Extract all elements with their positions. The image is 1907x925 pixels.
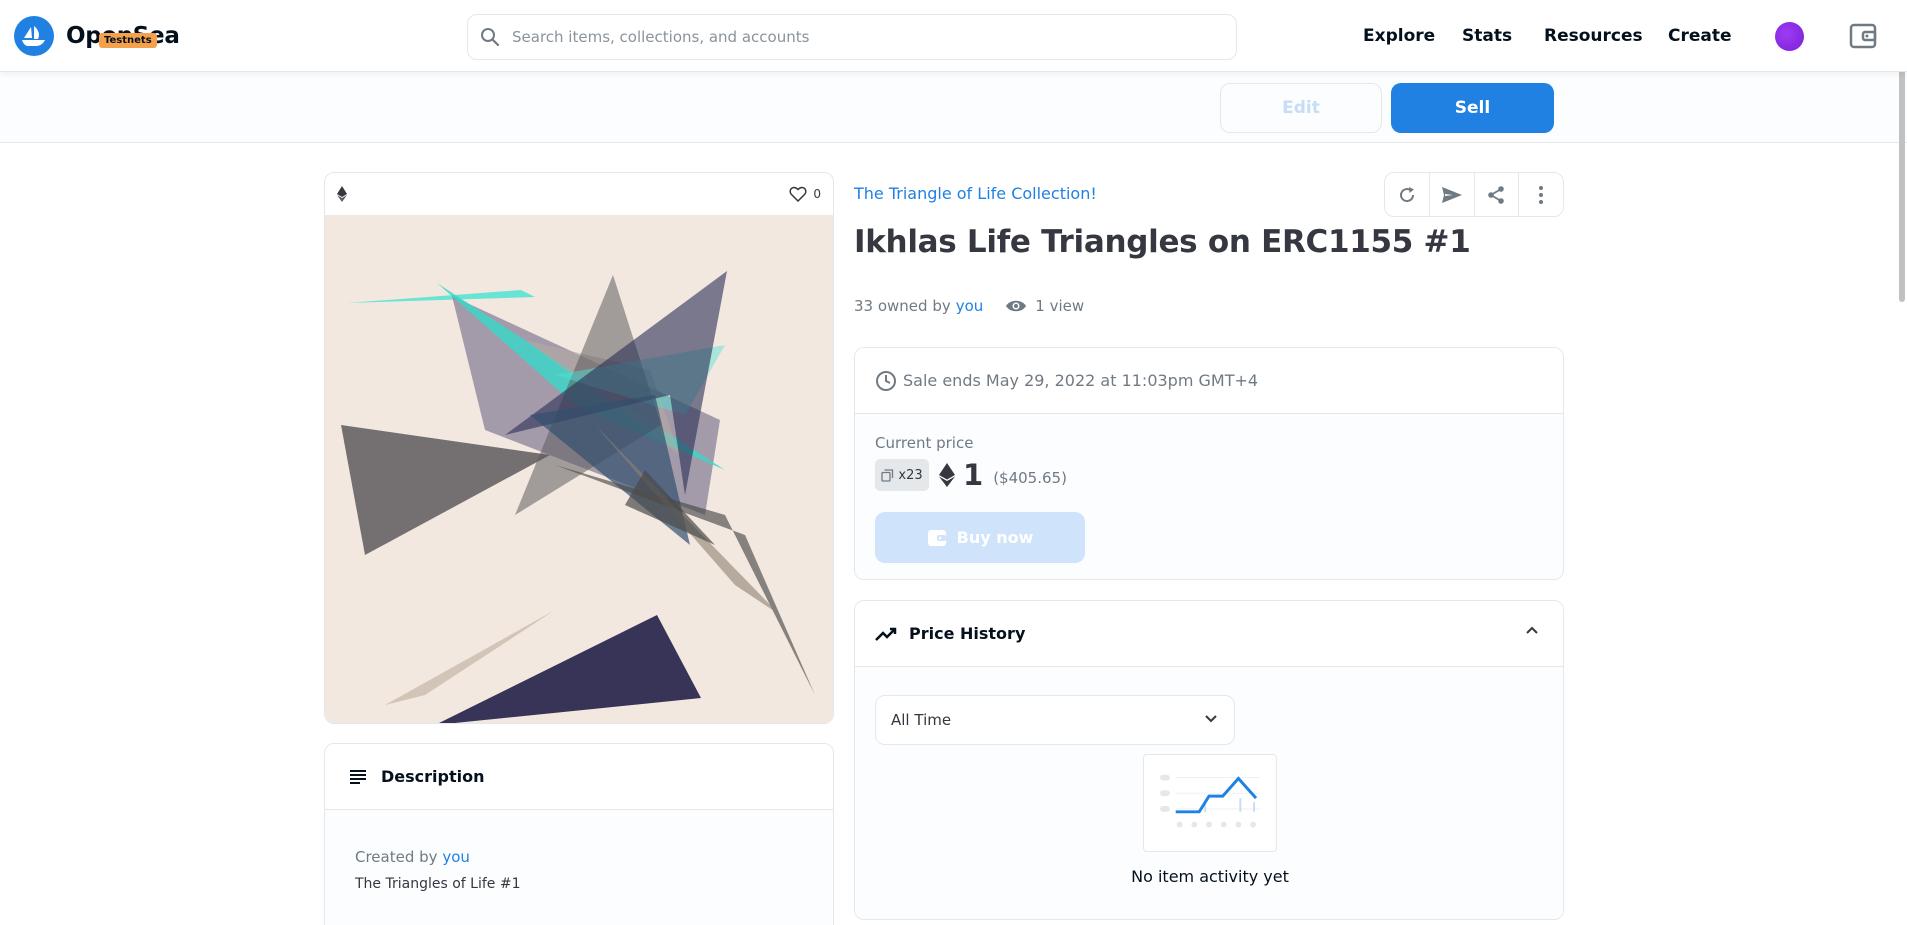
search-icon xyxy=(481,28,500,47)
owned-count: 33 owned by xyxy=(854,297,951,315)
search-input[interactable] xyxy=(512,28,1192,46)
sell-button[interactable]: Sell xyxy=(1391,83,1554,133)
price-usd: ($405.65) xyxy=(993,469,1067,487)
created-by-prefix: Created by xyxy=(355,848,438,866)
trending-up-icon xyxy=(875,627,897,641)
description-panel: Description Created by you The Triangles… xyxy=(324,743,834,925)
sale-end-row: Sale ends May 29, 2022 at 11:03pm GMT+4 xyxy=(855,348,1563,414)
time-range-select[interactable]: All Time xyxy=(875,695,1235,745)
collection-link[interactable]: The Triangle of Life Collection! xyxy=(854,184,1097,203)
view-count: 1 view xyxy=(1005,297,1084,315)
created-by: Created by you xyxy=(355,848,803,866)
price-row: x23 1 ($405.65) xyxy=(875,458,1543,492)
more-vertical-icon xyxy=(1539,185,1544,204)
buy-now-label: Buy now xyxy=(956,528,1034,547)
buy-now-button[interactable]: Buy now xyxy=(875,512,1085,563)
nft-artwork-image[interactable] xyxy=(325,215,834,724)
more-options-button[interactable] xyxy=(1519,173,1563,216)
ethereum-icon xyxy=(337,186,347,202)
price-history-body: All Time No item activity yet xyxy=(855,667,1563,919)
testnets-badge: Testnets xyxy=(99,33,157,48)
description-header[interactable]: Description xyxy=(325,744,833,810)
price-history-header[interactable]: Price History xyxy=(855,601,1563,667)
owner-link[interactable]: you xyxy=(956,297,984,315)
transfer-button[interactable] xyxy=(1430,173,1475,216)
quantity-badge: x23 xyxy=(875,459,929,491)
time-range-value: All Time xyxy=(891,711,952,729)
item-meta: 33 owned by you 1 view xyxy=(854,297,1084,315)
chevron-up-icon[interactable] xyxy=(1525,625,1539,635)
view-count-value: 1 view xyxy=(1035,297,1085,315)
share-button[interactable] xyxy=(1475,173,1520,216)
price-value: 1 xyxy=(963,458,984,492)
nav-explore[interactable]: Explore xyxy=(1363,26,1435,46)
wallet-icon xyxy=(927,529,946,546)
quantity-value: x23 xyxy=(898,467,923,483)
clock-icon xyxy=(876,370,896,391)
search-bar[interactable] xyxy=(467,14,1237,60)
asset-card-header: 0 xyxy=(325,173,833,215)
heart-icon xyxy=(789,186,807,202)
nav-create[interactable]: Create xyxy=(1668,26,1732,46)
listing-panel: Sale ends May 29, 2022 at 11:03pm GMT+4 … xyxy=(854,347,1564,580)
item-title: Ikhlas Life Triangles on ERC1155 #1 xyxy=(854,224,1471,260)
nav-resources[interactable]: Resources xyxy=(1544,26,1643,46)
description-text: The Triangles of Life #1 xyxy=(355,876,521,892)
send-icon xyxy=(1441,186,1462,203)
wallet-icon[interactable] xyxy=(1849,23,1877,49)
share-icon xyxy=(1488,185,1505,204)
no-activity-message: No item activity yet xyxy=(1131,867,1289,886)
profile-avatar[interactable] xyxy=(1775,22,1804,51)
price-history-panel: Price History All Time No item activity … xyxy=(854,600,1564,920)
description-body: Created by you The Triangles of Life #1 xyxy=(325,810,833,925)
edit-button[interactable]: Edit xyxy=(1220,83,1382,133)
asset-image-card: 0 xyxy=(324,172,834,724)
chevron-down-icon xyxy=(1205,715,1217,723)
favorite-count[interactable]: 0 xyxy=(789,186,821,202)
sale-end-text: Sale ends May 29, 2022 at 11:03pm GMT+4 xyxy=(903,371,1259,390)
item-action-buttons xyxy=(1384,172,1564,217)
refresh-icon xyxy=(1399,186,1414,202)
opensea-boat-icon xyxy=(14,16,54,56)
price-section: Current price x23 1 ($405.65) Buy now xyxy=(855,414,1563,579)
current-price-label: Current price xyxy=(875,434,974,452)
nav-stats[interactable]: Stats xyxy=(1462,26,1512,46)
creator-link[interactable]: you xyxy=(442,848,470,866)
ethereum-icon xyxy=(939,463,955,487)
price-history-title: Price History xyxy=(909,624,1026,643)
empty-chart-illustration xyxy=(1143,754,1277,852)
owner-action-bar xyxy=(0,72,1907,143)
eye-icon xyxy=(1006,300,1027,312)
refresh-button[interactable] xyxy=(1385,173,1430,216)
text-lines-icon xyxy=(350,769,366,784)
copies-icon xyxy=(881,468,894,482)
favorite-count-value: 0 xyxy=(813,187,821,201)
description-title: Description xyxy=(381,767,485,786)
top-navigation-bar: OpenSea Testnets Explore Stats Resources… xyxy=(0,0,1907,72)
